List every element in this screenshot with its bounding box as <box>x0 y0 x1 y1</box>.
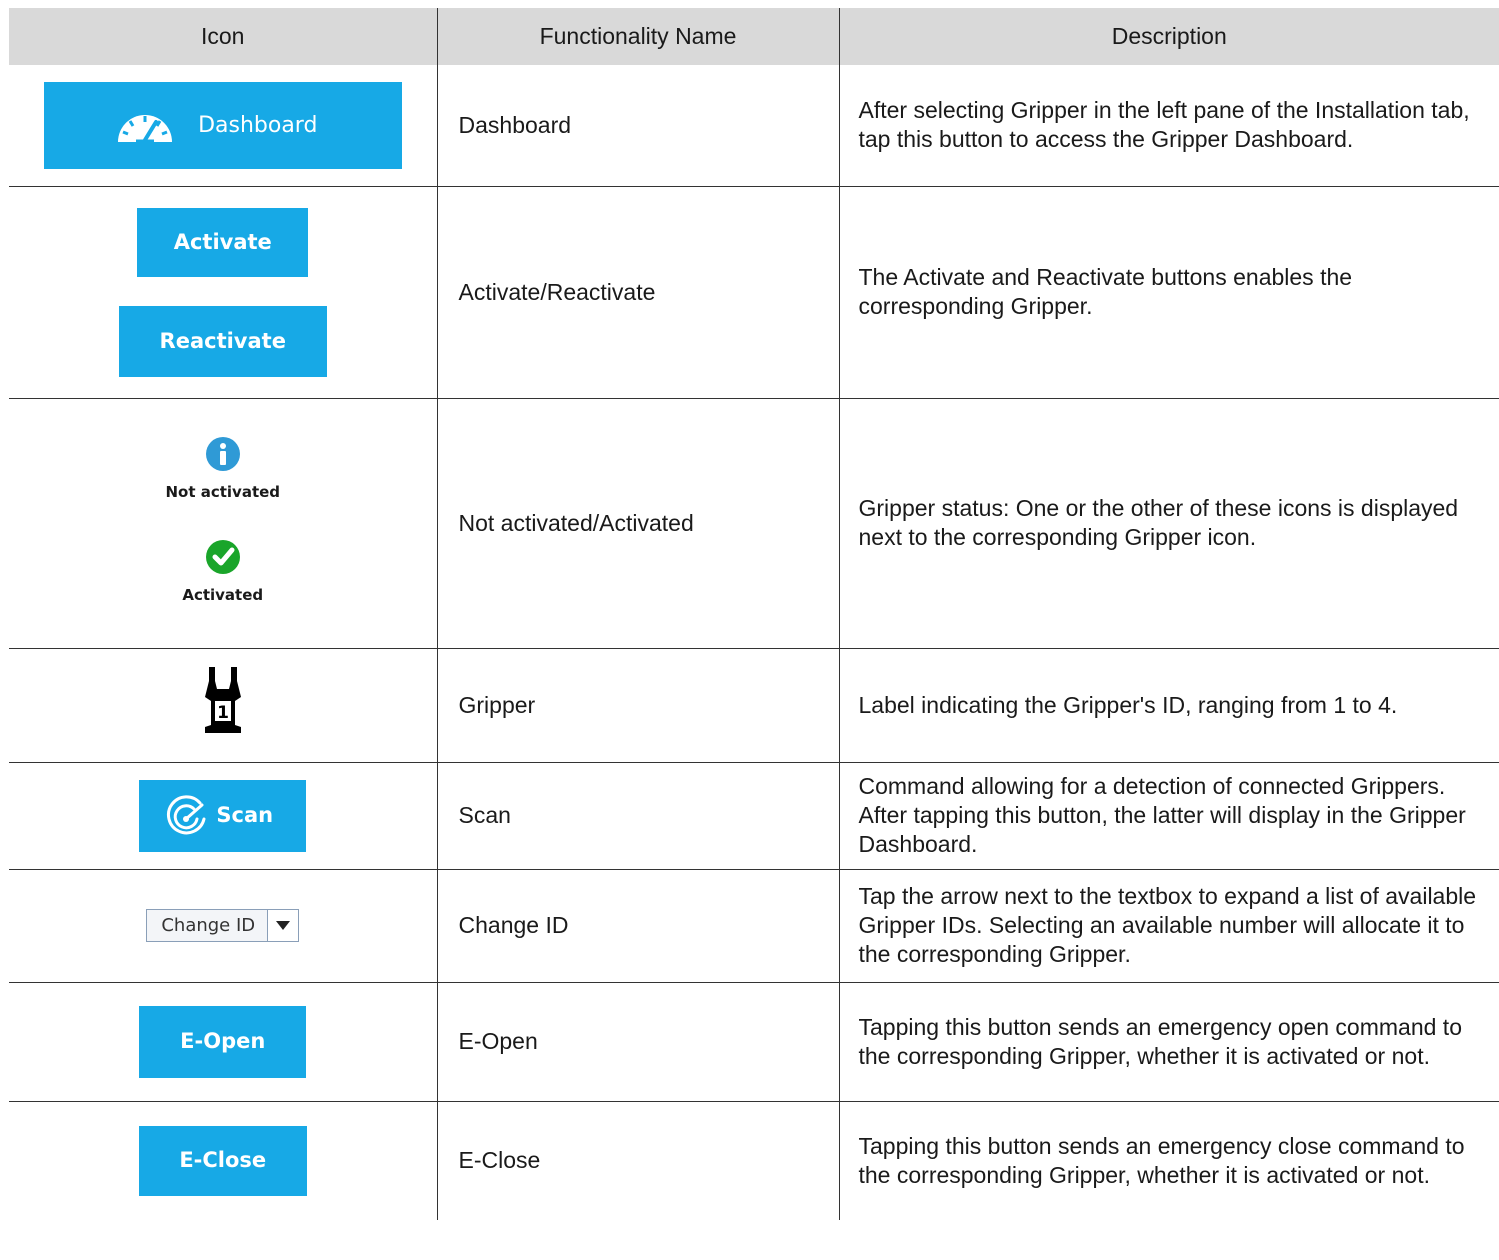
icon-cell: Activate Reactivate <box>9 186 437 399</box>
gauge-icon <box>118 115 173 143</box>
header-row: Icon Functionality Name Description <box>9 8 1499 65</box>
functionality-description: The Activate and Reactivate buttons enab… <box>838 186 1499 399</box>
icon-cell: Not activated Activated <box>9 398 437 649</box>
functionality-name: Not activated/Activated <box>436 398 839 649</box>
e-open-button[interactable]: E-Open <box>139 1005 307 1078</box>
table-row: 1 Gripper Label indicating the Gripper's… <box>9 648 1499 763</box>
functionality-name: E-Open <box>436 982 839 1102</box>
icon-cell: Scan <box>9 762 437 870</box>
functionality-description: Gripper status: One or the other of thes… <box>838 398 1499 649</box>
functionality-name: Activate/Reactivate <box>436 186 839 399</box>
change-id-dropdown[interactable]: Change ID <box>146 909 300 942</box>
gripper-id-label: 1 <box>217 703 229 723</box>
functionality-description: Tap the arrow next to the textbox to exp… <box>838 869 1499 983</box>
reference-table: Icon Functionality Name Description Dash… <box>9 8 1499 1220</box>
header-icon: Icon <box>9 8 438 65</box>
table-row: Change ID Change ID Tap the arrow next t… <box>9 869 1499 983</box>
gripper-icon[interactable]: 1 <box>203 666 243 737</box>
checkmark-icon <box>205 540 240 574</box>
dashboard-button-label: Dashboard <box>198 112 318 138</box>
not-activated-status: Not activated <box>165 436 280 507</box>
functionality-description: Command allowing for a detection of conn… <box>838 762 1499 870</box>
functionality-description: Tapping this button sends an emergency o… <box>838 982 1499 1102</box>
dropdown-arrow-icon[interactable] <box>267 910 299 941</box>
dashboard-button[interactable]: Dashboard <box>43 81 402 169</box>
activate-button[interactable]: Activate <box>137 207 309 277</box>
icon-cell: E-Open <box>9 982 437 1102</box>
activated-status: Activated <box>182 539 263 610</box>
icon-cell: Change ID <box>9 869 437 983</box>
icon-cell: E-Close <box>9 1101 437 1220</box>
functionality-description: Label indicating the Gripper's ID, rangi… <box>838 648 1499 763</box>
icon-cell: 1 <box>9 648 437 763</box>
not-activated-label: Not activated <box>165 483 281 501</box>
functionality-name: E-Close <box>436 1101 839 1220</box>
activated-label: Activated <box>182 586 264 604</box>
functionality-name: Scan <box>436 762 839 870</box>
functionality-name: Dashboard <box>436 65 839 187</box>
table-row: Not activated Activated Not activated/Ac… <box>9 398 1499 649</box>
table-row: E-Close E-Close Tapping this button send… <box>9 1101 1499 1220</box>
radar-icon <box>167 794 206 834</box>
scan-button-label: Scan <box>216 803 274 827</box>
table-row: Scan Scan Command allowing for a detecti… <box>9 762 1499 870</box>
functionality-description: After selecting Gripper in the left pane… <box>838 65 1499 187</box>
table-row: E-Open E-Open Tapping this button sends … <box>9 982 1499 1102</box>
info-icon <box>205 437 240 471</box>
header-description: Description <box>838 8 1499 65</box>
scan-button[interactable]: Scan <box>139 779 307 852</box>
functionality-name: Gripper <box>436 648 839 763</box>
e-close-button[interactable]: E-Close <box>138 1125 307 1196</box>
reactivate-button[interactable]: Reactivate <box>118 305 327 377</box>
functionality-name: Change ID <box>436 869 839 983</box>
change-id-value[interactable]: Change ID <box>147 910 267 941</box>
header-functionality-name: Functionality Name <box>436 8 840 65</box>
table-row: Activate Reactivate Activate/Reactivate … <box>9 186 1499 399</box>
functionality-description: Tapping this button sends an emergency c… <box>838 1101 1499 1220</box>
table-row: Dashboard Dashboard After selecting Grip… <box>9 65 1499 187</box>
table-header: Icon Functionality Name Description <box>9 8 1499 65</box>
icon-cell: Dashboard <box>9 65 437 187</box>
